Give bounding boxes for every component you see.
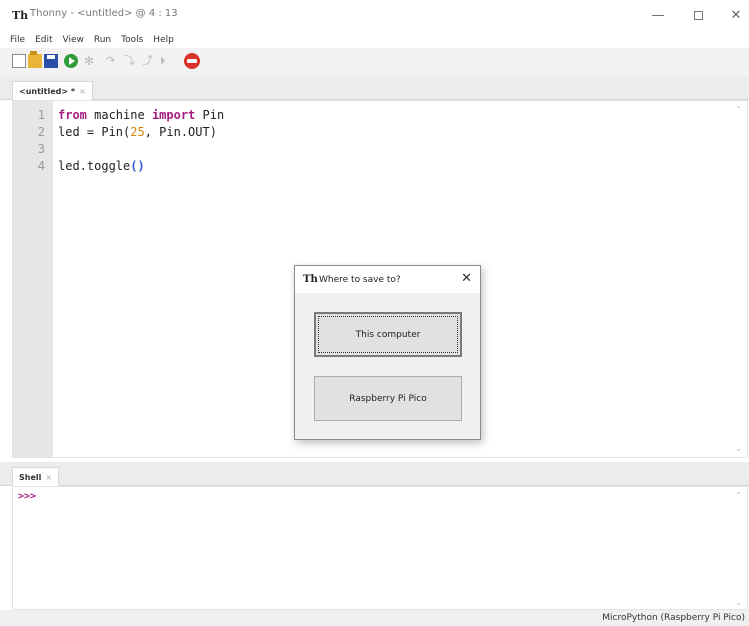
tab-label: <untitled> * (19, 86, 76, 96)
thonny-logo-icon: Th (12, 9, 29, 22)
menu-help[interactable]: Help (153, 35, 174, 45)
tab-shell[interactable]: Shell × (12, 467, 60, 486)
run-icon[interactable] (64, 54, 78, 68)
line-number: 2 (37, 125, 45, 139)
scroll-down-icon[interactable]: ⌄ (735, 598, 742, 607)
menu-view[interactable]: View (63, 35, 84, 45)
keyword: import (151, 108, 196, 122)
editor-tab-bar: <untitled> * × (0, 76, 749, 100)
close-tab-icon[interactable]: × (79, 87, 86, 96)
maximize-button[interactable] (684, 5, 712, 25)
code-text: led = Pin( (58, 125, 131, 139)
code-line-4: led.toggle() (58, 159, 145, 173)
line-number: 4 (37, 159, 45, 173)
scroll-down-icon[interactable]: ⌄ (735, 444, 742, 453)
dialog-title: Where to save to? (319, 275, 401, 285)
line-number-gutter: 1 2 3 4 (13, 101, 53, 457)
scroll-up-icon[interactable]: ⌃ (735, 491, 742, 500)
code-text: machine (86, 108, 152, 122)
window-title: Thonny - <untitled> @ 4 : 13 (30, 8, 178, 19)
stop-icon[interactable] (184, 53, 200, 69)
thonny-logo-icon: Th (303, 274, 318, 285)
keyword: from (58, 108, 87, 122)
resume-icon[interactable]: ⏵ (160, 54, 174, 68)
line-number: 1 (37, 108, 45, 122)
close-tab-icon[interactable]: × (45, 473, 52, 482)
maximize-icon (693, 10, 703, 20)
open-folder-icon[interactable] (28, 51, 42, 68)
toolbar: ✻ ↷ ⤵ ⤴ ⏵ (0, 48, 749, 76)
save-icon[interactable] (44, 54, 58, 68)
step-into-icon[interactable]: ⤵ (124, 54, 138, 68)
step-over-icon[interactable]: ↷ (106, 54, 120, 68)
line-number: 3 (37, 142, 45, 156)
save-location-dialog: Th Where to save to? ✕ This computer Ras… (294, 265, 481, 440)
minimize-button[interactable]: — (644, 5, 672, 25)
menu-bar: File Edit View Run Tools Help (0, 32, 749, 48)
code-text: Pin (195, 108, 225, 122)
menu-run[interactable]: Run (94, 35, 111, 45)
dialog-close-button[interactable]: ✕ (461, 271, 472, 286)
status-bar: MicroPython (Raspberry Pi Pico) (0, 610, 749, 626)
close-window-button[interactable]: ✕ (722, 5, 749, 25)
debug-icon[interactable]: ✻ (82, 54, 96, 68)
title-bar: Th Thonny - <untitled> @ 4 : 13 — ✕ (0, 0, 749, 32)
shell-tab-bar: Shell × (0, 462, 749, 486)
thonny-window: Th Thonny - <untitled> @ 4 : 13 — ✕ File… (0, 0, 749, 626)
step-out-icon[interactable]: ⤴ (142, 54, 156, 68)
this-computer-button[interactable]: This computer (314, 312, 462, 357)
raspberry-pi-pico-button[interactable]: Raspberry Pi Pico (314, 376, 462, 421)
matched-parens: () (130, 159, 145, 173)
scroll-up-icon[interactable]: ⌃ (735, 105, 742, 114)
code-text: , Pin.OUT) (144, 125, 217, 139)
code-line-2: led = Pin(25, Pin.OUT) (58, 125, 217, 139)
dialog-title-bar: Th Where to save to? ✕ (295, 266, 480, 293)
tab-untitled[interactable]: <untitled> * × (12, 81, 93, 100)
shell-prompt: >>> (18, 491, 37, 502)
shell-console[interactable]: >>> ⌃ ⌄ (12, 486, 748, 610)
shell-tab-label: Shell (19, 472, 42, 482)
menu-edit[interactable]: Edit (35, 35, 52, 45)
menu-file[interactable]: File (10, 35, 25, 45)
number-literal: 25 (130, 125, 145, 139)
interpreter-selector[interactable]: MicroPython (Raspberry Pi Pico) (602, 613, 745, 623)
code-line-1: from machine import Pin (58, 108, 224, 122)
code-text: led.toggle (58, 159, 131, 173)
menu-tools[interactable]: Tools (121, 35, 143, 45)
new-file-icon[interactable] (12, 54, 26, 68)
